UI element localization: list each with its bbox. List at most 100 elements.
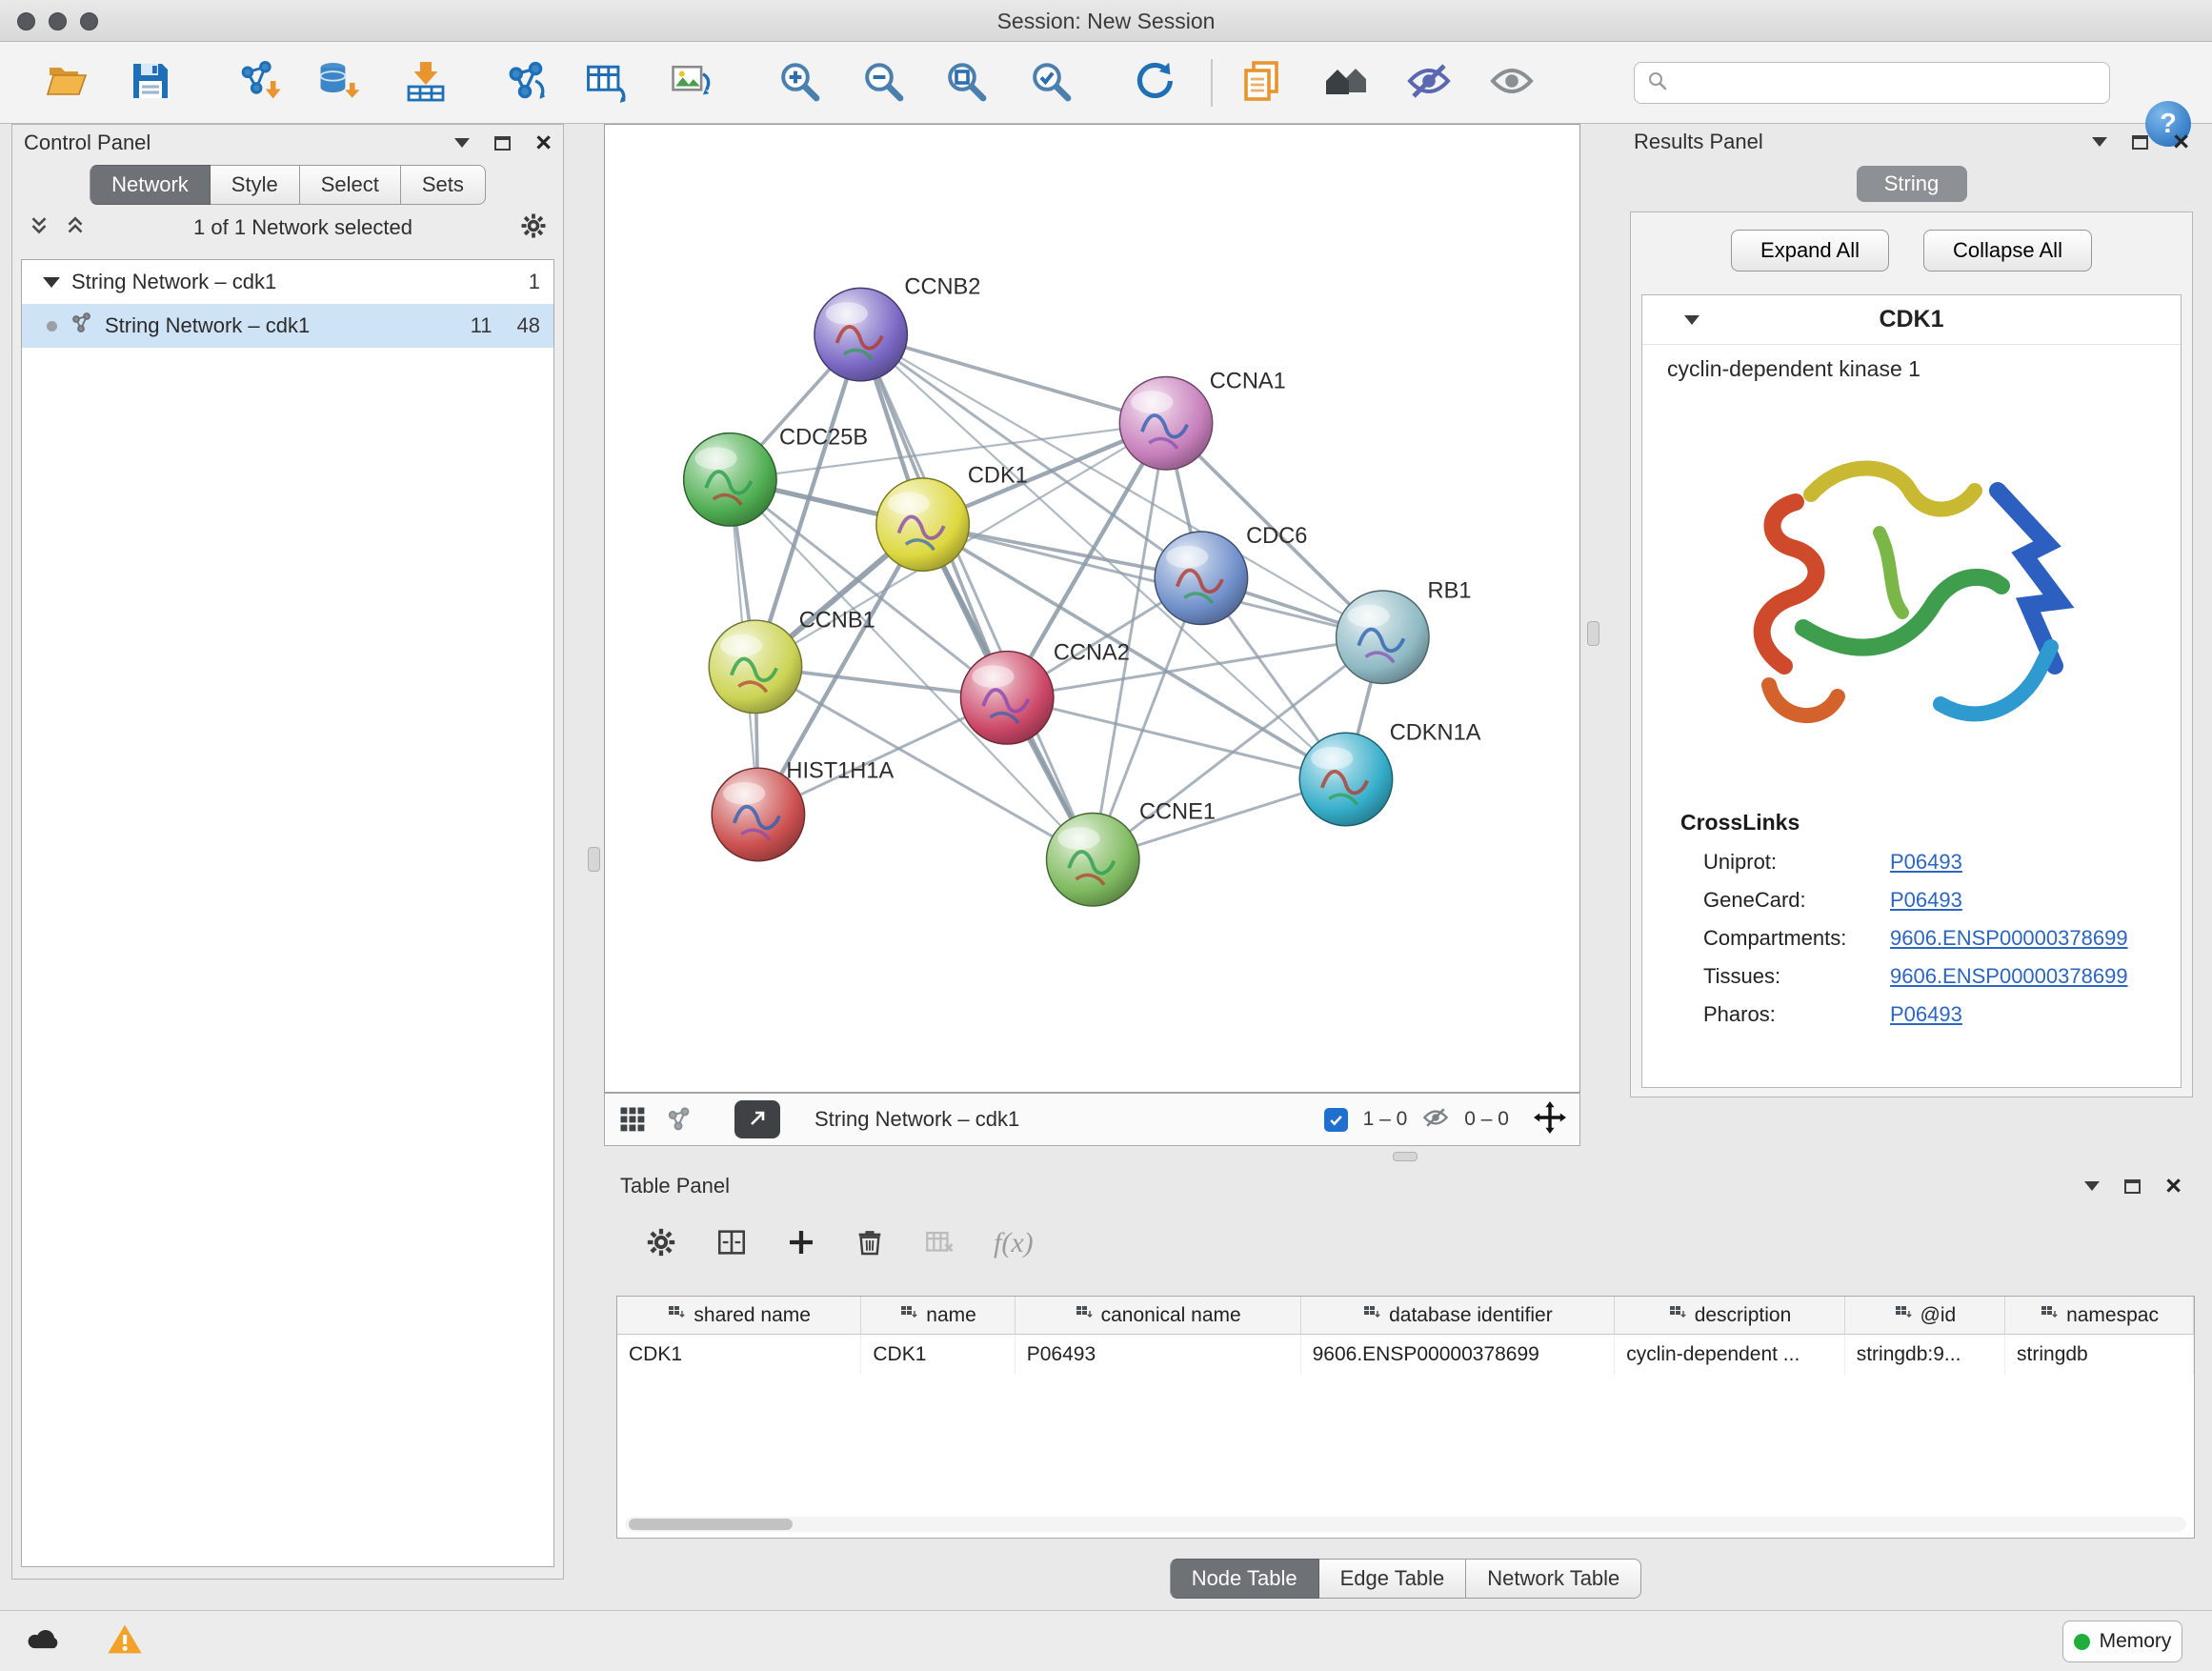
show-columns-button[interactable]: [715, 1226, 748, 1261]
node-label: RB1: [1428, 578, 1472, 603]
network-node-ccna1[interactable]: CCNA1: [1119, 369, 1285, 470]
panel-menu-icon[interactable]: [2092, 137, 2107, 147]
export-image-button[interactable]: [659, 49, 722, 117]
tab-edge-table[interactable]: Edge Table: [1319, 1559, 1467, 1599]
import-network-file-button[interactable]: [227, 49, 290, 117]
show-graphics-button[interactable]: [1480, 49, 1543, 117]
collapse-all-icon[interactable]: [28, 213, 50, 243]
table-settings-button[interactable]: [645, 1226, 677, 1261]
zoom-fit-button[interactable]: [935, 49, 997, 117]
splitter-handle-right[interactable]: [1587, 621, 1599, 646]
import-table-button[interactable]: [394, 49, 457, 117]
save-session-button[interactable]: [119, 49, 182, 117]
network-node-cdc6[interactable]: CDC6: [1155, 524, 1307, 625]
uniprot-link[interactable]: P06493: [1890, 850, 1962, 875]
collapse-tree-icon[interactable]: [43, 277, 60, 288]
new-network-button[interactable]: [493, 49, 556, 117]
expand-all-icon[interactable]: [64, 213, 87, 243]
home-view-button[interactable]: [1314, 49, 1377, 117]
network-edge[interactable]: [861, 334, 1166, 423]
splitter-handle-bottom[interactable]: [1393, 1152, 1418, 1161]
panel-menu-icon[interactable]: [2084, 1181, 2100, 1191]
zoom-selected-button[interactable]: [1019, 49, 1082, 117]
float-panel-icon[interactable]: [2124, 1179, 2141, 1194]
network-node-ccnb2[interactable]: CCNB2: [814, 274, 980, 381]
open-session-button[interactable]: [35, 49, 98, 117]
table-row[interactable]: CDK1 CDK1 P06493 9606.ENSP00000378699 cy…: [617, 1335, 2194, 1375]
network-tree: String Network – cdk1 1 String Network –…: [21, 259, 554, 1567]
gear-icon[interactable]: [519, 211, 548, 245]
network-collection-row[interactable]: String Network – cdk1 1: [22, 260, 553, 304]
tab-network-table[interactable]: Network Table: [1466, 1559, 1641, 1599]
memory-button[interactable]: Memory: [2062, 1621, 2182, 1662]
network-node-cdkn1a[interactable]: CDKN1A: [1299, 721, 1480, 826]
pharos-link[interactable]: P06493: [1890, 1002, 1962, 1027]
network-node-ccna2[interactable]: CCNA2: [960, 640, 1129, 744]
warnings-button[interactable]: [105, 1621, 145, 1661]
float-panel-icon[interactable]: [2132, 135, 2148, 150]
hidden-eye-icon[interactable]: [1422, 1104, 1449, 1136]
tab-select[interactable]: Select: [300, 165, 401, 205]
new-table-button[interactable]: [574, 49, 637, 117]
network-node-hist1h1a[interactable]: HIST1H1A: [712, 759, 894, 861]
expand-all-button[interactable]: Expand All: [1731, 230, 1889, 272]
compartments-link[interactable]: 9606.ENSP00000378699: [1890, 926, 2128, 951]
network-edge[interactable]: [923, 525, 1383, 637]
panel-menu-icon[interactable]: [454, 138, 470, 148]
close-panel-icon[interactable]: ×: [2165, 1177, 2182, 1196]
tab-node-table[interactable]: Node Table: [1170, 1559, 1319, 1599]
function-builder-button-disabled[interactable]: f(x): [994, 1227, 1034, 1259]
column-header[interactable]: namespac: [2005, 1297, 2194, 1334]
zoom-out-icon: [860, 58, 906, 107]
delete-column-button[interactable]: [855, 1227, 885, 1260]
selected-checkbox-icon[interactable]: [1324, 1108, 1348, 1132]
network-graph[interactable]: CCNB2 CCNA1 CDC25BCDK1 CDC6 RB1 CCNB1 CCNA2 CDK…: [605, 125, 1579, 1092]
column-header[interactable]: name: [861, 1297, 1015, 1334]
network-node-rb1[interactable]: RB1: [1337, 578, 1472, 683]
refresh-button[interactable]: [1123, 49, 1186, 117]
close-panel-icon[interactable]: ×: [535, 133, 552, 152]
create-column-button[interactable]: [786, 1227, 816, 1260]
network-node-cdk1[interactable]: CDK1: [876, 463, 1028, 571]
network-edge[interactable]: [861, 334, 1094, 859]
copy-button[interactable]: [1230, 49, 1293, 117]
birdseye-toggle-icon[interactable]: [618, 1105, 647, 1134]
tissues-link[interactable]: 9606.ENSP00000378699: [1890, 964, 2128, 989]
close-panel-icon[interactable]: ×: [2173, 132, 2189, 151]
hide-graphics-button[interactable]: [1398, 49, 1460, 117]
import-network-database-button[interactable]: [307, 49, 370, 117]
tab-style[interactable]: Style: [211, 165, 300, 205]
search-input[interactable]: [1679, 71, 2098, 94]
splitter-handle-left[interactable]: [588, 847, 600, 872]
genecard-link[interactable]: P06493: [1890, 888, 1962, 913]
pan-crosshair-icon[interactable]: [1534, 1101, 1566, 1138]
network-selection-status: 1 of 1 Network selected: [100, 215, 506, 240]
scrollbar-thumb[interactable]: [629, 1519, 793, 1530]
eye-slash-icon: [1406, 58, 1452, 107]
cloud-status-button[interactable]: [23, 1621, 63, 1661]
node-label: CCNE1: [1139, 799, 1216, 824]
horizontal-scrollbar[interactable]: [625, 1517, 2186, 1532]
zoom-in-button[interactable]: [768, 49, 831, 117]
network-node-cdc25b[interactable]: CDC25B: [684, 425, 869, 526]
image-export-icon: [668, 58, 714, 107]
column-header[interactable]: shared name: [617, 1297, 861, 1334]
collapse-card-icon[interactable]: [1684, 315, 1699, 325]
column-header[interactable]: database identifier: [1301, 1297, 1616, 1334]
network-view[interactable]: CCNB2 CCNA1 CDC25BCDK1 CDC6 RB1 CCNB1 CCNA2 CDK…: [604, 124, 1580, 1093]
column-header[interactable]: @id: [1845, 1297, 2005, 1334]
open-in-window-button[interactable]: [734, 1100, 780, 1138]
string-tab[interactable]: String: [1857, 166, 1967, 202]
table-delete-icon: [923, 1226, 955, 1261]
column-header[interactable]: description: [1615, 1297, 1845, 1334]
tab-network[interactable]: Network: [90, 165, 211, 205]
network-glyph-icon[interactable]: [664, 1105, 693, 1134]
tab-sets[interactable]: Sets: [401, 165, 486, 205]
zoom-out-button[interactable]: [852, 49, 915, 117]
collapse-all-button[interactable]: Collapse All: [1923, 230, 2092, 272]
network-row[interactable]: String Network – cdk1 11 48: [22, 304, 553, 348]
float-panel-icon[interactable]: [494, 136, 511, 151]
column-header[interactable]: canonical name: [1016, 1297, 1301, 1334]
delete-table-button-disabled[interactable]: [923, 1226, 955, 1261]
network-node-ccnb1[interactable]: CCNB1: [709, 608, 875, 713]
